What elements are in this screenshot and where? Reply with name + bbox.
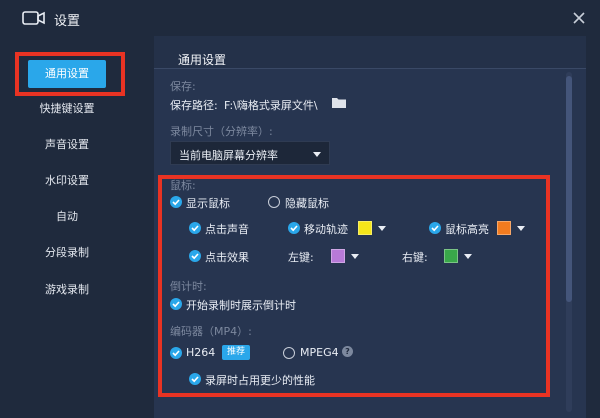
video-camera-icon [22, 11, 45, 25]
scroll-thumb[interactable] [566, 76, 572, 302]
folder-icon[interactable] [332, 97, 346, 108]
sidebar-item-hotkeys[interactable]: 快捷键设置 [28, 95, 106, 123]
record-size-label: 录制尺寸（分辨率）: [170, 125, 273, 138]
window-title: 设置 [54, 14, 81, 29]
highlight-box-options [158, 175, 550, 397]
save-label: 保存: [170, 80, 196, 93]
highlight-box-sidebar [15, 52, 125, 96]
sidebar-item-watermark[interactable]: 水印设置 [28, 167, 106, 195]
sidebar-item-auto[interactable]: 自动 [28, 203, 106, 231]
scrollbar[interactable] [566, 72, 572, 412]
title-bar: 设置 [0, 0, 600, 36]
sidebar-item-segment[interactable]: 分段录制 [28, 239, 106, 267]
sidebar-item-game[interactable]: 游戏录制 [28, 276, 106, 304]
sidebar-item-sound[interactable]: 声音设置 [28, 131, 106, 159]
section-title: 通用设置 [170, 51, 235, 68]
chevron-down-icon [313, 152, 321, 157]
save-path-value: F:\嗨格式录屏文件\ [224, 99, 318, 112]
close-icon[interactable] [570, 9, 588, 27]
save-path-label: 保存路径: [170, 99, 218, 112]
resolution-select[interactable]: 当前电脑屏幕分辨率 [170, 141, 330, 165]
resolution-select-value: 当前电脑屏幕分辨率 [179, 149, 278, 162]
